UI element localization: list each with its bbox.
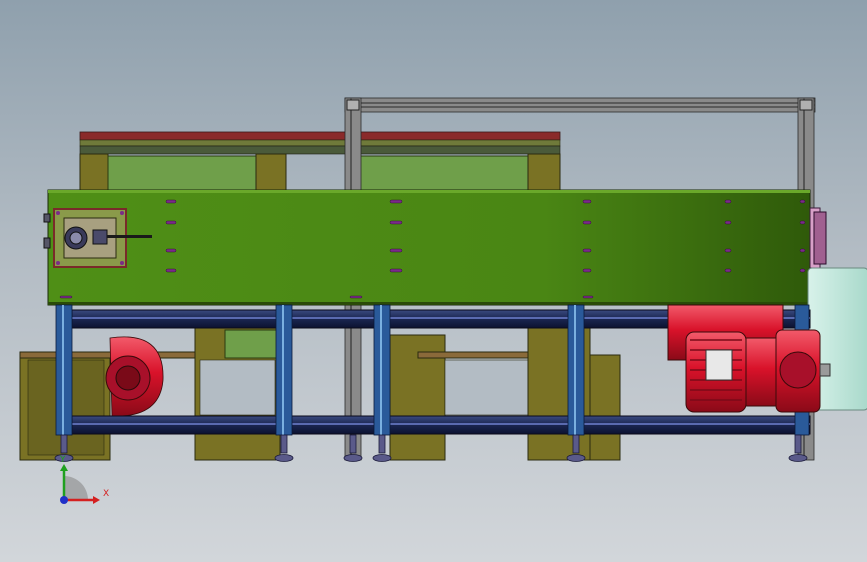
cad-graphics-viewport[interactable]: X Y bbox=[0, 0, 867, 562]
axis-triad: X Y bbox=[59, 455, 109, 504]
triad-x-label: X bbox=[103, 489, 109, 499]
triad-x-arrowhead bbox=[93, 496, 100, 504]
rear-frame-upper bbox=[79, 131, 561, 191]
triad-z-axis bbox=[60, 496, 68, 504]
triad-y-arrowhead bbox=[60, 464, 68, 471]
conveyor-belt-plate bbox=[47, 189, 811, 306]
blower-fan bbox=[105, 336, 164, 417]
triad-y-label: Y bbox=[59, 455, 66, 465]
conveyor-assembly-model[interactable]: X Y bbox=[0, 0, 867, 562]
